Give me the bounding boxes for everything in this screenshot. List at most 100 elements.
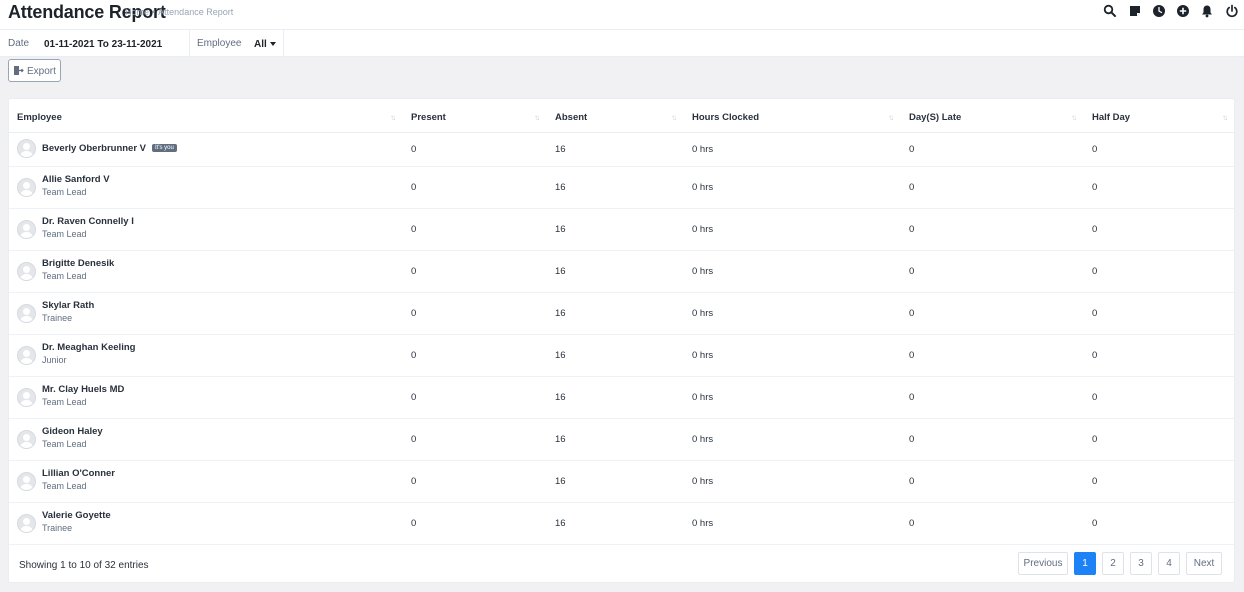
employee-select[interactable]: All [254, 39, 276, 50]
column-header-hours-clocked[interactable]: Hours Clocked [692, 112, 759, 123]
employee-name: Mr. Clay Huels MD [42, 384, 125, 395]
cell-hours: 0 hrs [692, 224, 714, 235]
cell-present: 0 [411, 308, 417, 319]
avatar[interactable] [17, 514, 36, 533]
clock-icon[interactable] [1152, 4, 1166, 18]
employee-name: Allie Sanford V [42, 174, 110, 185]
column-header-days-late[interactable]: Day(S) Late [909, 112, 961, 123]
date-range-input[interactable]: 01-11-2021 To 23-11-2021 [44, 39, 162, 50]
export-label: Export [27, 66, 56, 77]
cell-absent: 16 [555, 350, 566, 361]
top-header: Attendance Report Home • Attendance Report [0, 0, 1244, 30]
avatar[interactable] [17, 346, 36, 365]
pagination-page-1[interactable]: 1 [1074, 552, 1096, 575]
entries-info: Showing 1 to 10 of 32 entries [19, 560, 149, 571]
sort-icon[interactable]: ↑↓ [390, 113, 396, 122]
table-row: Skylar Rath Trainee 0 16 0 hrs 0 0 [9, 293, 1234, 335]
avatar[interactable] [17, 304, 36, 323]
avatar[interactable] [17, 178, 36, 197]
employee-name-link[interactable]: Brigitte Denesik [42, 258, 114, 269]
sort-icon[interactable]: ↑↓ [888, 113, 894, 122]
cell-late: 0 [909, 224, 915, 235]
cell-half-day: 0 [1092, 224, 1098, 235]
employee-designation: Team Lead [42, 271, 87, 281]
filter-divider [283, 30, 284, 57]
employee-name-link[interactable]: Skylar Rath [42, 300, 94, 311]
bell-icon[interactable] [1200, 4, 1214, 18]
cell-late: 0 [909, 350, 915, 361]
column-header-half-day[interactable]: Half Day [1092, 112, 1130, 123]
cell-absent: 16 [555, 182, 566, 193]
power-icon[interactable] [1225, 4, 1239, 18]
sort-icon[interactable]: ↑↓ [671, 113, 677, 122]
employee-name: Gideon Haley [42, 426, 103, 437]
cell-late: 0 [909, 476, 915, 487]
cell-half-day: 0 [1092, 266, 1098, 277]
employee-name-link[interactable]: Dr. Meaghan Keeling [42, 342, 135, 353]
sort-icon[interactable]: ↑↓ [1222, 113, 1228, 122]
sort-icon[interactable]: ↑↓ [534, 113, 540, 122]
employee-name-link[interactable]: Dr. Raven Connelly I [42, 216, 134, 227]
sort-icon[interactable]: ↑↓ [1071, 113, 1077, 122]
employee-designation: Team Lead [42, 187, 87, 197]
search-icon[interactable] [1103, 4, 1117, 18]
chevron-down-icon [269, 42, 276, 47]
employee-name-link[interactable]: Gideon Haley [42, 426, 103, 437]
employee-name-link[interactable]: Valerie Goyette [42, 510, 111, 521]
cell-present: 0 [411, 392, 417, 403]
employee-designation: Trainee [42, 523, 73, 533]
avatar[interactable] [17, 472, 36, 491]
table-row: Lillian O'Conner Team Lead 0 16 0 hrs 0 0 [9, 461, 1234, 503]
cell-absent: 16 [555, 392, 566, 403]
employee-name: Valerie Goyette [42, 510, 111, 521]
cell-hours: 0 hrs [692, 308, 714, 319]
cell-absent: 16 [555, 434, 566, 445]
cell-half-day: 0 [1092, 476, 1098, 487]
cell-present: 0 [411, 182, 417, 193]
avatar[interactable] [17, 430, 36, 449]
cell-hours: 0 hrs [692, 476, 714, 487]
cell-present: 0 [411, 434, 417, 445]
column-header-present[interactable]: Present [411, 112, 446, 123]
file-export-icon [14, 66, 24, 75]
avatar[interactable] [17, 139, 36, 158]
breadcrumb-home[interactable]: Home [125, 7, 149, 17]
employee-filter-label: Employee [197, 38, 242, 49]
attendance-table-card: Employee ↑↓ Present ↑↓ Absent ↑↓ Hours C… [8, 98, 1235, 583]
avatar[interactable] [17, 220, 36, 239]
cell-absent: 16 [555, 144, 566, 155]
cell-hours: 0 hrs [692, 144, 714, 155]
breadcrumb-current: Attendance Report [158, 7, 234, 17]
export-button[interactable]: Export [8, 59, 61, 82]
employee-name-link[interactable]: Beverly Oberbrunner V It's you [42, 143, 177, 154]
pagination-page-3[interactable]: 3 [1130, 552, 1152, 575]
breadcrumb-separator: • [152, 7, 156, 17]
filter-bar: Date 01-11-2021 To 23-11-2021 Employee A… [0, 30, 1244, 57]
cell-late: 0 [909, 182, 915, 193]
cell-half-day: 0 [1092, 392, 1098, 403]
sticky-note-icon[interactable] [1128, 4, 1142, 18]
column-header-absent[interactable]: Absent [555, 112, 587, 123]
pagination-previous-button[interactable]: Previous [1018, 552, 1068, 575]
avatar[interactable] [17, 262, 36, 281]
pagination-page-2[interactable]: 2 [1102, 552, 1124, 575]
employee-designation: Trainee [42, 313, 73, 323]
employee-name-link[interactable]: Allie Sanford V [42, 174, 110, 185]
employee-designation: Junior [42, 355, 67, 365]
employee-name: Skylar Rath [42, 300, 95, 311]
table-row: Allie Sanford V Team Lead 0 16 0 hrs 0 0 [9, 167, 1234, 209]
pagination-next-button[interactable]: Next [1186, 552, 1222, 575]
table-row: Mr. Clay Huels MD Team Lead 0 16 0 hrs 0 0 [9, 377, 1234, 419]
table-row: Dr. Raven Connelly I Team Lead 0 16 0 hrs 0 0 [9, 209, 1234, 251]
column-header-employee[interactable]: Employee [17, 112, 62, 123]
table-row: Valerie Goyette Trainee 0 16 0 hrs 0 0 [9, 503, 1234, 545]
plus-circle-icon[interactable] [1176, 4, 1190, 18]
pagination-page-4[interactable]: 4 [1158, 552, 1180, 575]
avatar[interactable] [17, 388, 36, 407]
cell-present: 0 [411, 224, 417, 235]
employee-name-link[interactable]: Mr. Clay Huels MD [42, 384, 124, 395]
employee-name-link[interactable]: Lillian O'Conner [42, 468, 115, 479]
employee-designation: Team Lead [42, 397, 87, 407]
employee-name: Brigitte Denesik [42, 258, 115, 269]
employee-select-value: All [254, 39, 267, 50]
